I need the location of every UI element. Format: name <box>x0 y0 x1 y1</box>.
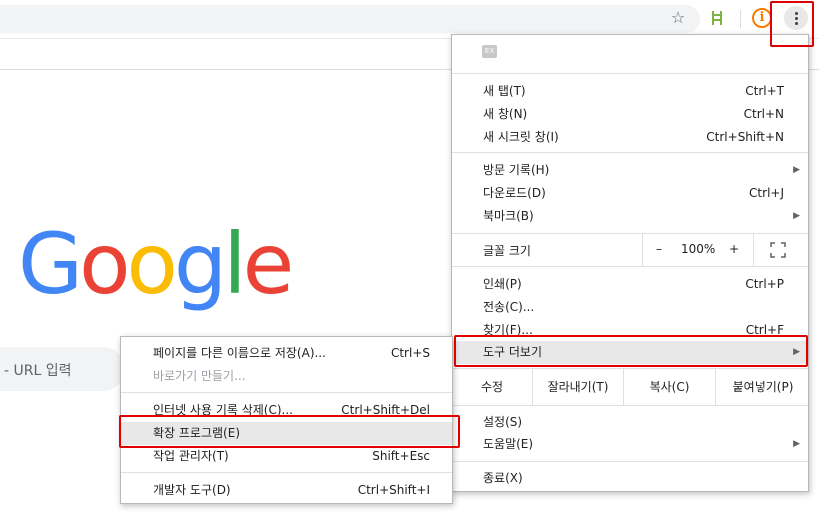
submenu-item-dev-tools[interactable]: 개발자 도구(D) Ctrl+Shift+I <box>121 479 452 502</box>
zoom-out-button[interactable]: – <box>656 242 662 256</box>
chevron-right-icon: ▶ <box>793 165 800 175</box>
logo-letter: o <box>79 215 130 313</box>
logo-letter: o <box>126 215 178 313</box>
ex-extension-icon[interactable]: EX <box>482 45 497 58</box>
fullscreen-icon[interactable] <box>770 242 786 258</box>
menu-item-history[interactable]: 방문 기록(H) ▶ <box>452 159 808 182</box>
toolbar-separator <box>740 10 741 28</box>
zoom-level: 100% <box>681 242 716 256</box>
copy-button[interactable]: 복사(C) <box>623 369 715 405</box>
zoom-in-button[interactable]: + <box>729 242 739 256</box>
logo-letter: l <box>223 215 246 313</box>
menu-item-settings[interactable]: 설정(S) <box>452 411 808 434</box>
address-bar[interactable] <box>0 5 700 33</box>
info-extension-icon[interactable]: i <box>752 8 772 28</box>
logo-letter: e <box>242 215 295 313</box>
submenu-item-create-shortcut: 바로가기 만들기... <box>153 369 246 383</box>
ladder-extension-icon[interactable] <box>708 9 726 27</box>
logo-letter: G <box>18 215 83 313</box>
cut-button[interactable]: 잘라내기(T) <box>532 369 623 405</box>
star-icon[interactable]: ☆ <box>668 8 688 28</box>
browser-toolbar: ☆ i <box>0 0 819 38</box>
chevron-right-icon: ▶ <box>793 439 800 449</box>
menu-item-help[interactable]: 도움말(E) ▶ <box>452 433 808 456</box>
logo-letter: g <box>173 215 227 313</box>
menu-item-bookmarks[interactable]: 북마크(B) ▶ <box>452 205 808 228</box>
menu-item-new-window[interactable]: 새 창(N) Ctrl+N <box>452 103 808 126</box>
submenu-item-task-manager[interactable]: 작업 관리자(T) Shift+Esc <box>121 445 452 468</box>
submenu-item-save-page[interactable]: 페이지를 다른 이름으로 저장(A)... Ctrl+S <box>121 342 452 365</box>
chevron-right-icon: ▶ <box>793 211 800 221</box>
search-placeholder: - URL 입력 <box>4 363 72 379</box>
zoom-label: 글꼴 크기 <box>483 244 531 258</box>
annotation-more-tools-highlight <box>454 335 808 367</box>
menu-item-incognito[interactable]: 새 시크릿 창(I) Ctrl+Shift+N <box>452 126 808 149</box>
chrome-main-menu: EX 새 탭(T) Ctrl+T 새 창(N) Ctrl+N 새 시크릿 창(I… <box>451 34 809 492</box>
menu-item-cast[interactable]: 전송(C)... <box>452 296 808 319</box>
menu-item-new-tab[interactable]: 새 탭(T) Ctrl+T <box>452 80 808 103</box>
menu-item-print[interactable]: 인쇄(P) Ctrl+P <box>452 273 808 296</box>
zoom-controls: 글꼴 크기 – 100% + <box>452 234 808 266</box>
google-logo: Google <box>18 215 295 313</box>
menu-item-downloads[interactable]: 다운로드(D) Ctrl+J <box>452 182 808 205</box>
annotation-menu-button-highlight <box>770 1 814 47</box>
edit-label: 수정 <box>480 380 504 394</box>
menu-item-exit[interactable]: 종료(X) <box>452 467 808 490</box>
paste-button[interactable]: 붙여넣기(P) <box>715 369 810 405</box>
annotation-extensions-highlight <box>119 415 460 448</box>
edit-controls: 수정 잘라내기(T) 복사(C) 붙여넣기(P) <box>452 369 808 405</box>
